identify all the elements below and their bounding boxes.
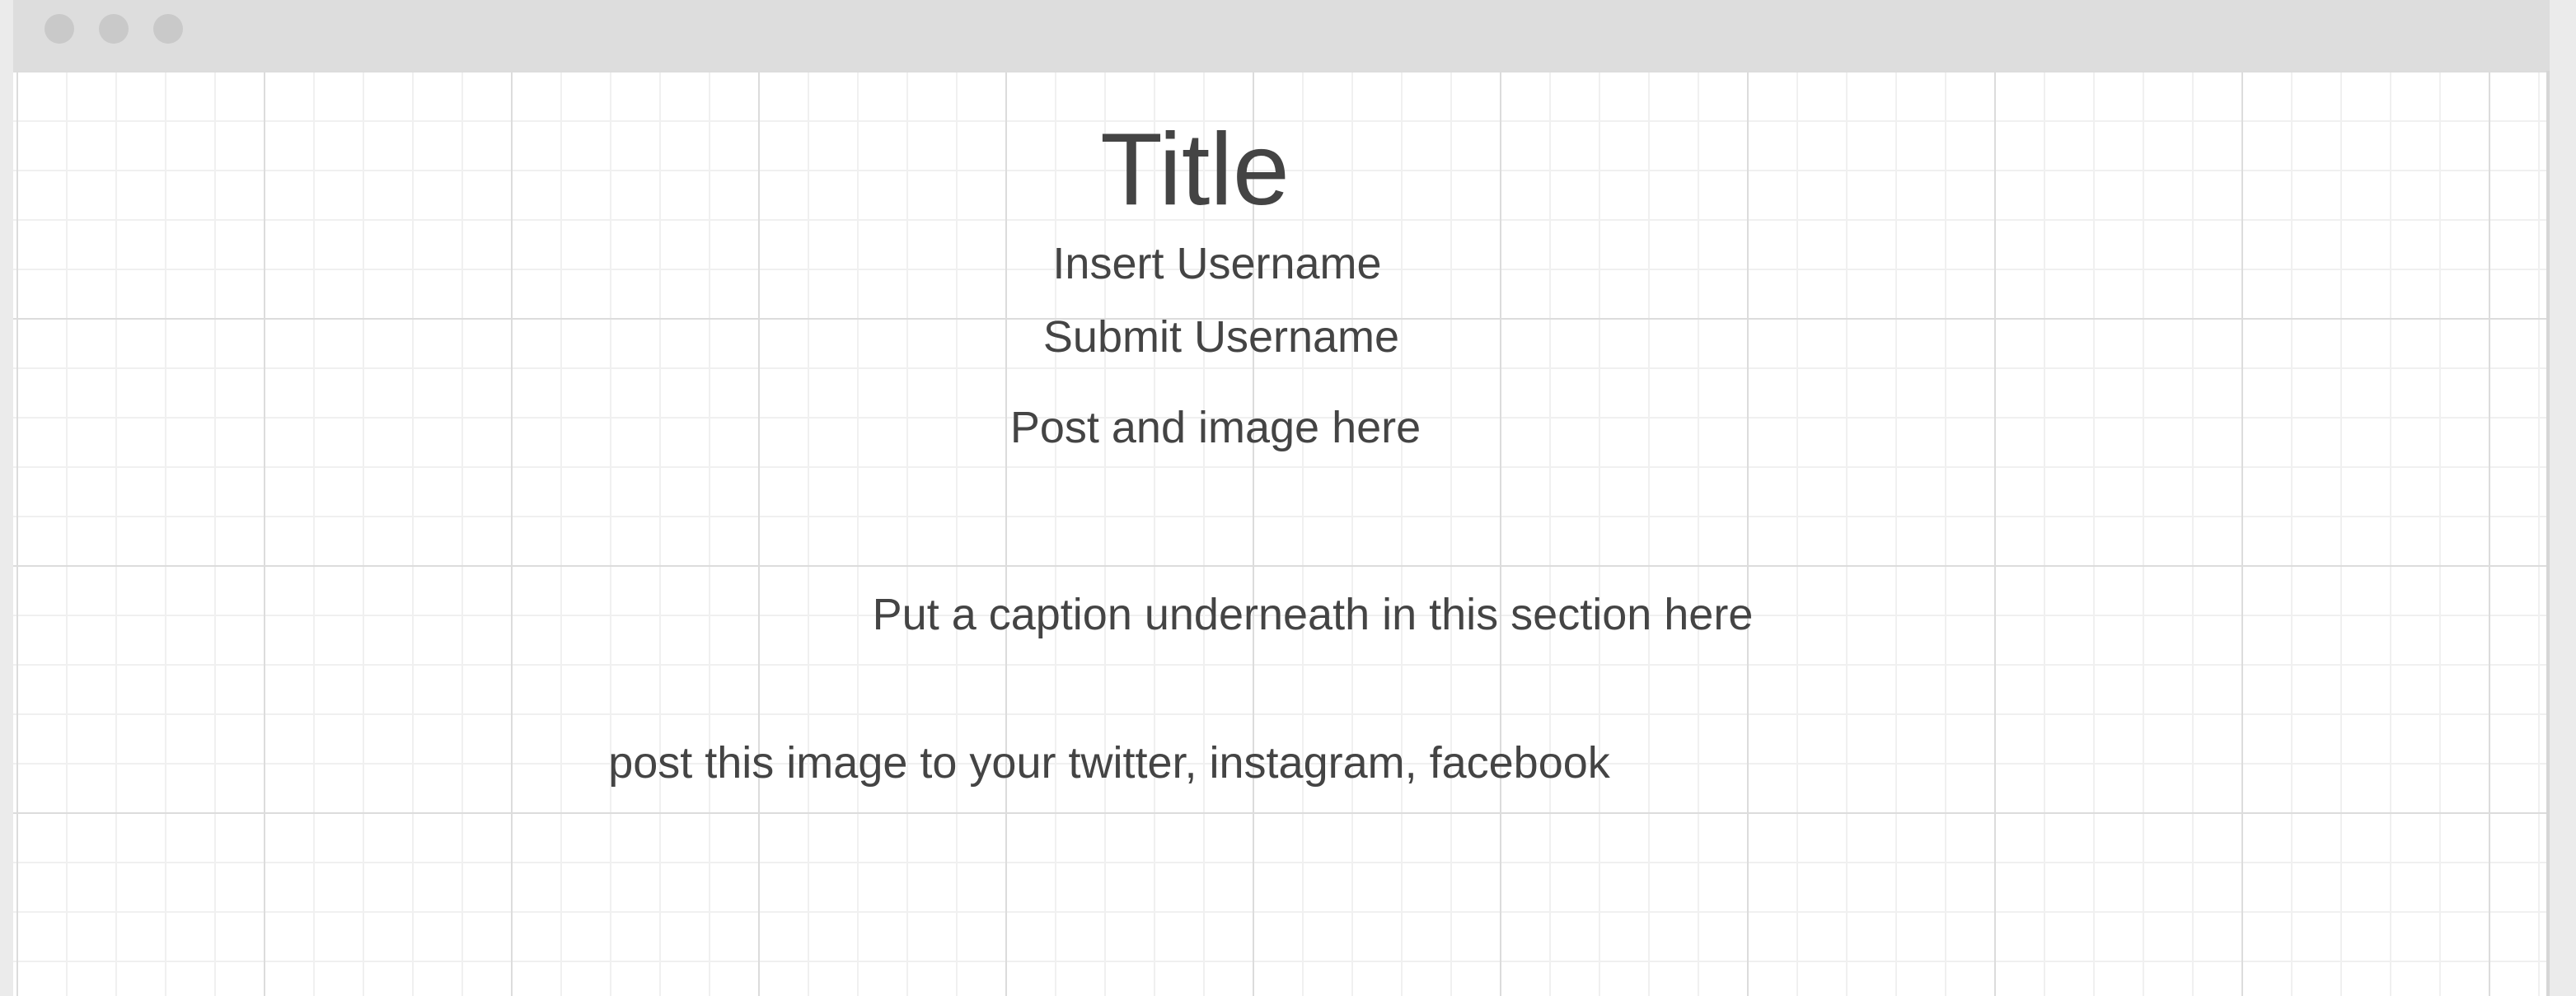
browser-window: Title Insert Username Submit Username Po…	[13, 0, 2550, 996]
window-titlebar	[13, 0, 2550, 71]
share-instructions: post this image to your twitter, instagr…	[608, 738, 1610, 788]
username-input-placeholder[interactable]: Insert Username	[1052, 236, 1381, 291]
window-minimize-dot[interactable]	[99, 14, 129, 44]
caption-section[interactable]: Put a caption underneath in this section…	[873, 587, 1754, 642]
image-post-area[interactable]: Post and image here	[1010, 400, 1421, 455]
window-scrollbar-edge	[2546, 71, 2550, 996]
window-maximize-dot[interactable]	[153, 14, 183, 44]
window-close-dot[interactable]	[44, 14, 74, 44]
page-title: Title	[1100, 113, 1290, 227]
submit-username-button[interactable]: Submit Username	[1043, 310, 1399, 364]
